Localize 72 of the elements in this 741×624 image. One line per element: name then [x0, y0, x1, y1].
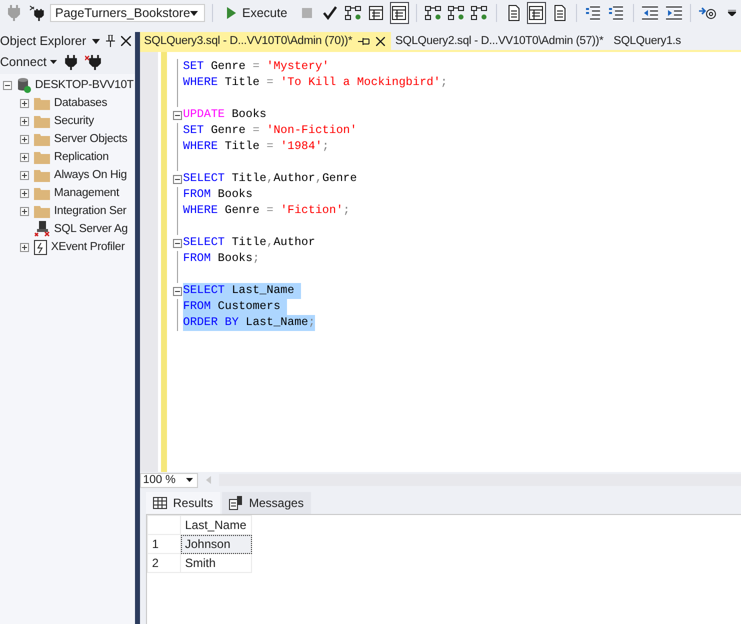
play-icon[interactable]	[226, 7, 236, 19]
table-cell[interactable]: Smith	[180, 554, 252, 572]
folder-icon	[34, 150, 50, 164]
code-line: SET Genre = 'Non-Fiction'	[183, 123, 357, 139]
connect-button[interactable]: Connect	[0, 55, 57, 69]
results-tab[interactable]: Results	[146, 492, 220, 514]
row-number: 2	[148, 554, 180, 572]
expand-icon[interactable]	[20, 206, 29, 216]
grid-icon[interactable]	[153, 497, 167, 509]
tree-item[interactable]: Server Objects	[54, 133, 128, 145]
intellisense-button[interactable]	[390, 2, 409, 24]
folder-icon	[34, 132, 50, 146]
expand-icon[interactable]	[20, 188, 29, 198]
collapse-icon[interactable]	[173, 110, 182, 120]
expand-icon[interactable]	[20, 134, 29, 144]
folder-icon	[34, 96, 50, 110]
close-icon[interactable]	[121, 36, 131, 46]
folder-icon	[34, 168, 50, 182]
profiler-icon	[34, 240, 47, 254]
folder-icon	[34, 114, 50, 128]
expand-icon[interactable]	[20, 170, 29, 180]
document-tab[interactable]: SQLQuery2.sql - D...VV10T0\Admin (57))*	[391, 32, 610, 50]
agent-icon	[34, 221, 50, 237]
tree-item[interactable]: Integration Ser	[54, 205, 126, 217]
tree-item[interactable]: Databases	[54, 97, 108, 109]
expand-icon[interactable]	[20, 152, 29, 162]
code-line: SELECT Title,Author,Genre	[183, 171, 357, 187]
code-line: UPDATE Books	[183, 107, 266, 123]
pin-icon[interactable]	[358, 36, 370, 46]
results-tab[interactable]: Messages	[222, 492, 311, 514]
results-grid-button[interactable]	[526, 2, 546, 24]
execute-button[interactable]: Execute	[220, 6, 294, 20]
tree-item[interactable]: DESKTOP-BVV10T	[35, 79, 134, 91]
code-line: SET Genre = 'Mystery'	[183, 59, 330, 75]
document-tab[interactable]: SQLQuery3.sql - D...VV10T0\Admin (70))*	[140, 32, 392, 50]
tree-item[interactable]: XEvent Profiler	[51, 241, 125, 253]
expand-icon[interactable]	[20, 242, 29, 252]
folder-icon	[34, 204, 50, 218]
tree-item[interactable]: SQL Server Ag	[54, 223, 128, 235]
caret-icon[interactable]	[186, 478, 193, 482]
panel-title: Object Explorer	[0, 34, 86, 48]
code-line: SELECT Title,Author	[183, 235, 316, 251]
dropdown-icon[interactable]	[92, 38, 100, 44]
expand-icon[interactable]	[20, 98, 29, 108]
code-line: WHERE Genre = 'Fiction';	[183, 203, 350, 219]
collapse-icon[interactable]	[173, 286, 182, 296]
collapse-icon[interactable]	[3, 80, 12, 90]
expand-icon[interactable]	[20, 116, 29, 126]
code-line: FROM Books	[183, 187, 253, 203]
disconnect-icon[interactable]	[84, 54, 101, 70]
tree-item[interactable]: Always On Hig	[54, 169, 127, 181]
collapse-icon[interactable]	[173, 174, 182, 184]
database-server-icon	[17, 77, 31, 93]
folder-icon	[34, 186, 50, 200]
caret-icon[interactable]	[190, 10, 198, 16]
code-line: WHERE Title = 'To Kill a Mockingbird';	[183, 75, 448, 91]
plug-icon[interactable]	[64, 54, 77, 70]
messages-icon[interactable]	[229, 496, 244, 510]
collapse-icon[interactable]	[173, 238, 182, 248]
tree-item[interactable]: Security	[54, 115, 94, 127]
pin-icon[interactable]	[106, 35, 116, 47]
document-tab[interactable]: SQLQuery1.s	[609, 32, 687, 50]
close-icon[interactable]	[376, 36, 386, 46]
tree-item[interactable]: Replication	[54, 151, 109, 163]
database-dropdown[interactable]: PageTurners_Bookstore	[50, 4, 206, 22]
zoom-dropdown[interactable]: 100 %	[140, 472, 198, 488]
table-cell[interactable]: Johnson	[180, 534, 252, 554]
code-line: FROM Books;	[183, 251, 260, 267]
caret-icon[interactable]	[50, 60, 57, 64]
code-line: WHERE Title = '1984';	[183, 139, 330, 155]
overflow-icon[interactable]	[728, 10, 736, 16]
tree-item[interactable]: Management	[54, 187, 120, 199]
